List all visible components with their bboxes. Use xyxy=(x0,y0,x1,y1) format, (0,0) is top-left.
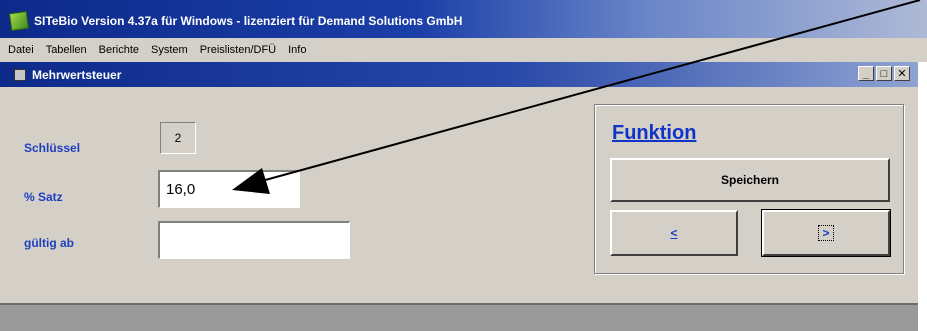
window-title-bar[interactable]: Mehrwertsteuer _ □ ✕ xyxy=(0,62,918,87)
funktion-title: Funktion xyxy=(612,122,697,144)
menu-bar: Datei Tabellen Berichte System Preislist… xyxy=(0,38,927,62)
valid-from-label: gültig ab xyxy=(24,236,74,250)
rate-input[interactable] xyxy=(158,170,300,208)
save-button-label: Speichern xyxy=(720,173,780,187)
window-icon xyxy=(14,68,26,81)
window-controls: _ □ ✕ xyxy=(858,66,910,81)
valid-from-input[interactable] xyxy=(158,221,350,259)
menu-berichte[interactable]: Berichte xyxy=(99,44,139,56)
app-title-bar[interactable]: SITeBio Version 4.37a für Windows - lize… xyxy=(0,0,927,38)
save-button[interactable]: Speichern xyxy=(610,158,890,202)
menu-system[interactable]: System xyxy=(151,44,188,56)
menu-preislisten[interactable]: Preislisten/DFÜ xyxy=(200,44,276,56)
previous-button[interactable]: < xyxy=(610,210,738,256)
next-button-label: > xyxy=(818,225,834,241)
app-logo-icon xyxy=(8,10,30,32)
minimize-button[interactable]: _ xyxy=(858,66,874,81)
maximize-button[interactable]: □ xyxy=(876,66,892,81)
status-strip xyxy=(0,303,918,331)
app-title: SITeBio Version 4.37a für Windows - lize… xyxy=(34,14,463,28)
key-label: Schlüssel xyxy=(24,141,81,155)
previous-button-label: < xyxy=(670,226,678,240)
rate-label: % Satz xyxy=(24,190,63,204)
window-title: Mehrwertsteuer xyxy=(32,67,122,82)
next-button[interactable]: > xyxy=(761,209,891,257)
menu-info[interactable]: Info xyxy=(288,44,306,56)
close-button[interactable]: ✕ xyxy=(894,66,910,81)
menu-tabellen[interactable]: Tabellen xyxy=(46,44,87,56)
menu-datei[interactable]: Datei xyxy=(8,44,34,56)
key-value: 2 xyxy=(160,122,196,154)
